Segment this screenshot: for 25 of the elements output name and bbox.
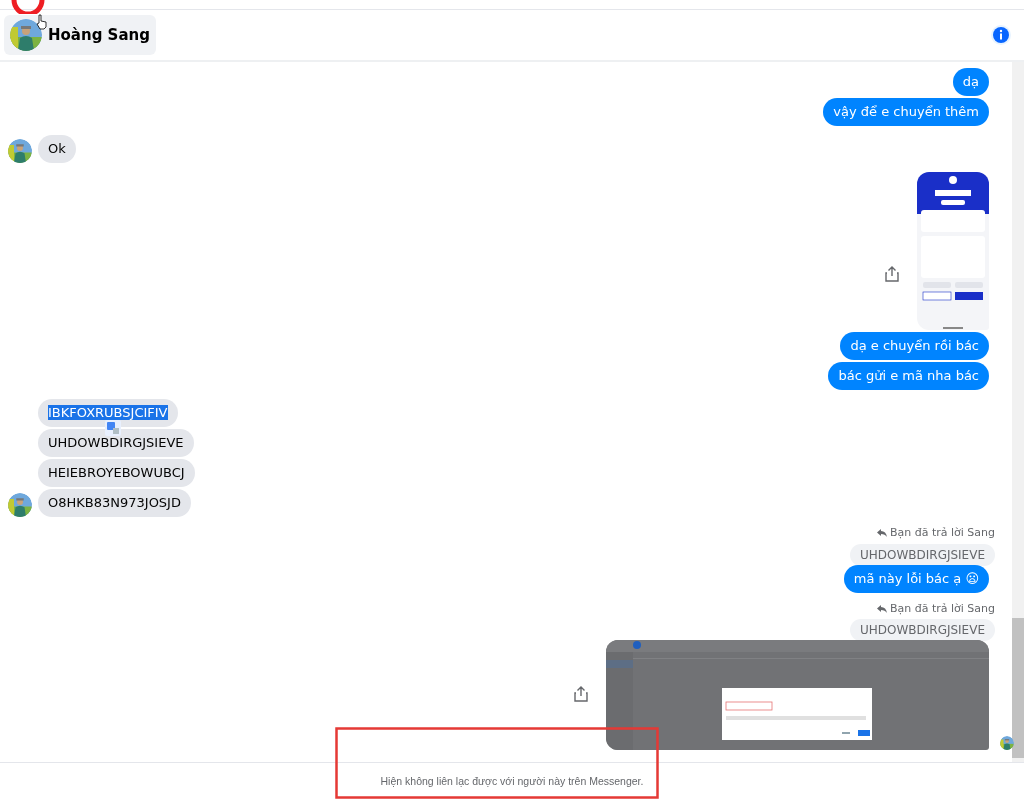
message-bubble: vậy để e chuyển thêm <box>823 98 989 126</box>
message-bubble: bác gửi e mã nha bác <box>828 362 989 390</box>
quoted-message: UHDOWBDIRGJSIEVE <box>849 543 995 566</box>
message-bubble: Ok <box>38 135 76 163</box>
share-icon[interactable] <box>574 686 588 702</box>
message-bubble: O8HKB83N973JOSJD <box>38 489 191 517</box>
message-bubble: IBKFOXRUBSJCIFIV <box>38 399 178 427</box>
translate-icon[interactable] <box>105 420 121 436</box>
reply-label: Bạn đã trả lời Sang <box>8 600 995 617</box>
contact-name-button[interactable]: Hoàng Sang <box>4 15 156 55</box>
scrollbar[interactable] <box>1012 62 1024 762</box>
message-bubble: dạ e chuyển rồi bác <box>840 332 989 360</box>
message-bubble: mã này lỗi bác ạ 😦 <box>843 564 989 593</box>
message-bubble: UHDOWBDIRGJSIEVE <box>38 429 194 457</box>
reply-icon <box>876 604 887 613</box>
message-bubble: dạ <box>952 68 989 96</box>
reply-icon <box>876 529 887 538</box>
cursor-icon <box>36 14 48 30</box>
info-icon[interactable] <box>990 24 1012 46</box>
quoted-message: UHDOWBDIRGJSIEVE <box>849 619 995 641</box>
unavailable-notice: Hiện không liên lạc được với người này trên Messenger. <box>380 773 644 789</box>
reply-label: Bạn đã trả lời Sang <box>8 525 995 542</box>
share-icon[interactable] <box>885 266 899 282</box>
message-bubble: HEIEBROYEBOWUBCJ <box>38 459 195 487</box>
avatar <box>10 19 42 51</box>
